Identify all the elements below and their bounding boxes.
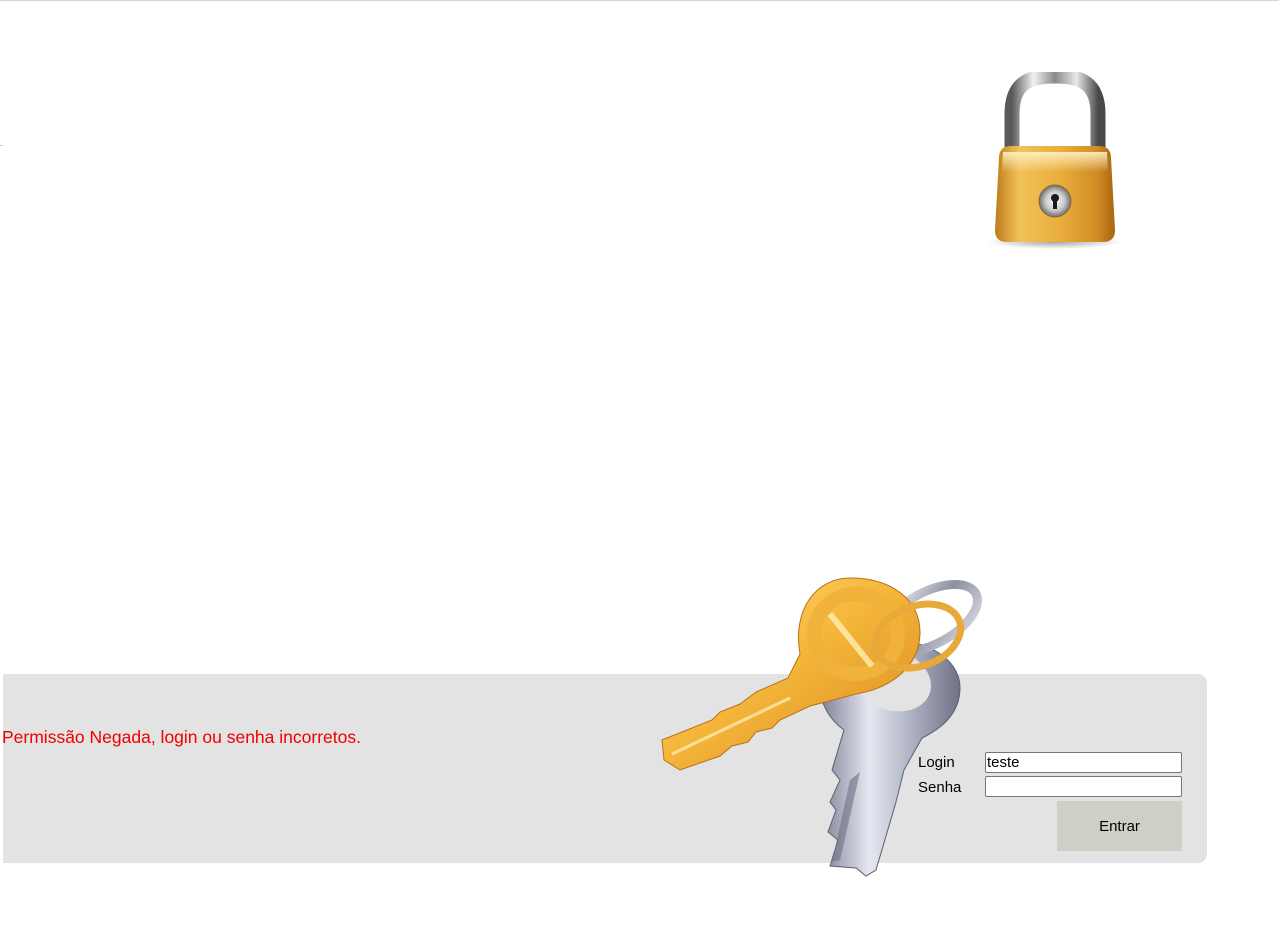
top-divider [0,0,1279,1]
password-input[interactable] [985,776,1182,797]
login-page: Permissão Negada, login ou senha incorre… [0,0,1279,938]
login-label: Login [918,754,955,771]
padlock-icon [987,72,1123,249]
edge-mark [0,145,3,146]
login-input[interactable] [985,752,1182,773]
error-message: Permissão Negada, login ou senha incorre… [2,727,361,747]
password-label: Senha [918,779,962,796]
submit-button[interactable]: Entrar [1057,801,1182,851]
keys-icon [661,577,983,877]
